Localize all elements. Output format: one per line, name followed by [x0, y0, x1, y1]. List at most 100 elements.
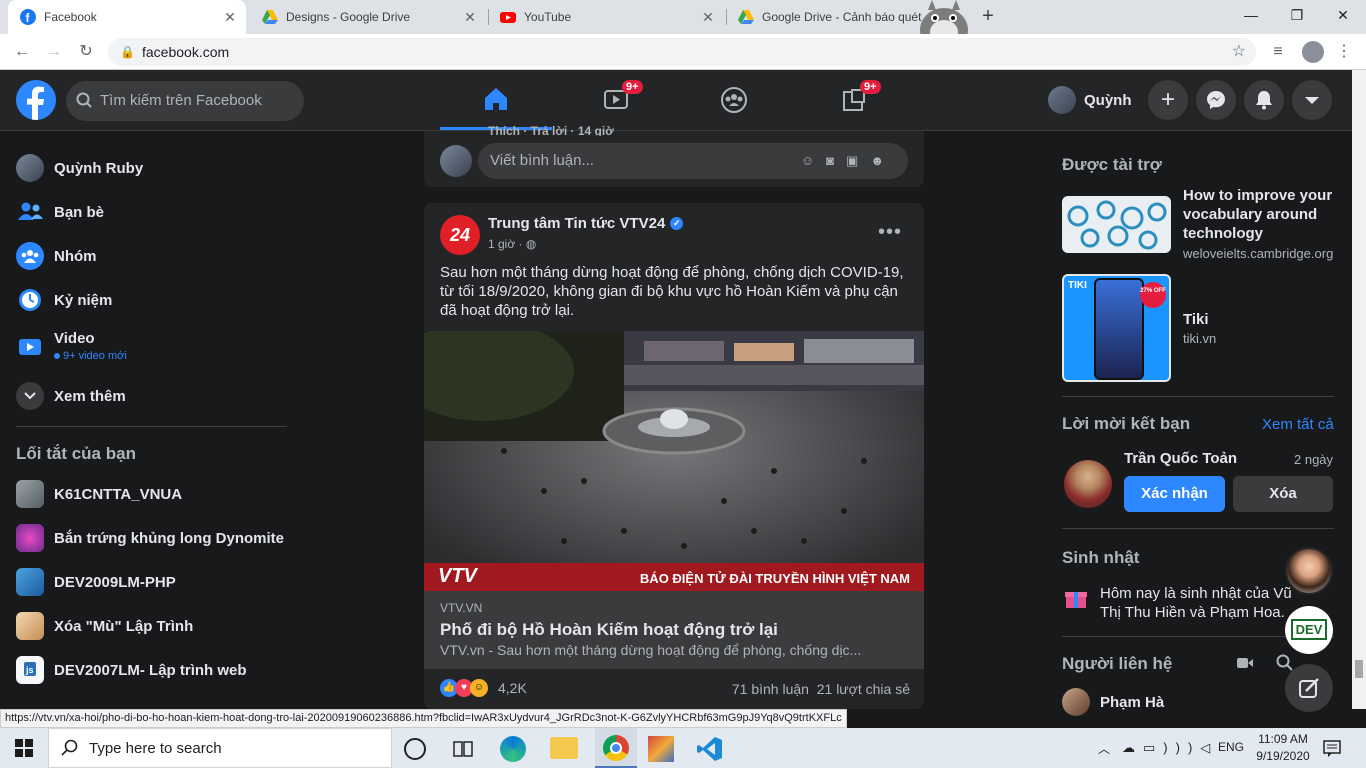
post-options-icon[interactable]: ••• — [878, 221, 902, 244]
avatar[interactable] — [1064, 460, 1112, 508]
ad-tiki[interactable]: TIKI 27% OFF Tiki tiki.vn — [1062, 274, 1334, 382]
notifications-button[interactable] — [1244, 80, 1284, 120]
video-room-icon[interactable] — [1236, 654, 1254, 676]
birthday-text[interactable]: Hôm nay là sinh nhật của Vũ Thị Thu Hiền… — [1100, 584, 1316, 622]
game-app-icon[interactable] — [648, 736, 674, 762]
back-arrow-icon[interactable]: ← — [12, 42, 32, 62]
avatar[interactable] — [1062, 688, 1090, 716]
post-time[interactable]: 1 giờ · ◍ — [488, 237, 536, 251]
account-menu-button[interactable] — [1292, 80, 1332, 120]
shortcut-dynomite[interactable]: Bắn trứng khủng long Dynomite — [16, 524, 284, 552]
clock[interactable]: 11:09 AM 9/19/2020 — [1250, 731, 1316, 765]
sidebar-item-groups[interactable]: Nhóm — [16, 242, 97, 270]
youtube-favicon — [500, 9, 516, 25]
comment-count[interactable]: 71 bình luận — [732, 681, 809, 697]
page-scrollbar[interactable] — [1352, 70, 1366, 709]
url-input[interactable]: 🔒 facebook.com ☆ — [108, 38, 1256, 66]
request-name[interactable]: Trần Quốc Toản — [1124, 450, 1237, 467]
nav-home[interactable] — [440, 70, 552, 130]
clock-time: 11:09 AM — [1258, 732, 1308, 746]
nav-watch[interactable]: 9+ — [560, 70, 672, 130]
see-all-link[interactable]: Xem tất cả — [1262, 416, 1334, 433]
action-center-icon[interactable] — [1322, 738, 1342, 763]
forward-arrow-icon[interactable]: → — [44, 42, 64, 62]
sidebar-item-profile[interactable]: Quỳnh Ruby — [16, 154, 143, 182]
profile-avatar[interactable] — [1302, 41, 1324, 63]
compose-icon — [1299, 678, 1319, 698]
windows-start-button[interactable] — [0, 728, 48, 768]
clock-date: 9/19/2020 — [1256, 749, 1310, 763]
maximize-button[interactable]: ❐ — [1274, 0, 1320, 32]
search-icon — [76, 81, 92, 137]
tab-youtube[interactable]: YouTube ✕ — [488, 0, 724, 34]
window-close-button[interactable]: ✕ — [1320, 0, 1366, 32]
chrome-menu-icon[interactable]: ⋮ — [1334, 42, 1354, 62]
nav-gaming[interactable]: 9+ — [798, 70, 910, 130]
bell-icon — [1256, 91, 1272, 110]
scrollbar-thumb[interactable] — [1355, 660, 1363, 678]
taskbar-search-input[interactable]: Type here to search — [48, 728, 392, 768]
chrome-taskbar-button[interactable] — [595, 728, 637, 768]
file-explorer-icon[interactable] — [550, 737, 578, 759]
chat-head-avatar[interactable] — [1285, 547, 1333, 595]
group-thumbnail — [16, 612, 44, 640]
ad-ielts[interactable]: How to improve your vocabulary around te… — [1062, 186, 1334, 262]
search-input[interactable]: Tìm kiếm trên Facebook — [66, 81, 304, 121]
shortcut-k61cntta[interactable]: K61CNTTA_VNUA — [16, 480, 182, 508]
camera-icon[interactable]: ◙ — [826, 153, 846, 168]
sidebar-item-memories[interactable]: Kỷ niệm — [16, 286, 112, 314]
shortcut-dev2007lm[interactable]: js DEV2007LM- Lập trình web — [16, 656, 247, 684]
vscode-icon[interactable] — [697, 736, 723, 767]
sidebar-item-video[interactable]: Video 9+ video mới — [16, 330, 127, 362]
link-description: VTV.vn - Sau hơn một tháng dừng hoạt độn… — [440, 642, 862, 658]
system-tray-icons[interactable]: ☁▭)))◁ — [1122, 740, 1218, 756]
image-banner-text: BÁO ĐIỆN TỬ ĐÀI TRUYỀN HÌNH VIỆT NAM — [639, 571, 910, 586]
create-button[interactable]: + — [1148, 80, 1188, 120]
reload-icon[interactable]: ↻ — [76, 42, 96, 62]
chat-head-dev[interactable]: DEV — [1285, 606, 1333, 654]
sidebar-item-friends[interactable]: Bạn bè — [16, 198, 104, 226]
tab-designs-drive[interactable]: Designs - Google Drive ✕ — [250, 0, 486, 34]
facebook-logo[interactable] — [16, 80, 56, 120]
post-image[interactable]: VTV BÁO ĐIỆN TỬ ĐÀI TRUYỀN HÌNH VIỆT NAM — [424, 331, 924, 591]
jquery-thumbnail: js — [16, 656, 44, 684]
contact-name[interactable]: Phạm Hà — [1100, 694, 1164, 711]
gif-icon[interactable]: ▣ — [846, 153, 870, 168]
tab-facebook[interactable]: f Facebook ✕ — [8, 0, 246, 34]
tab-drive-warning[interactable]: Google Drive - Cảnh báo quét — [726, 0, 926, 34]
ad-title: Tiki — [1183, 311, 1209, 328]
comment-tools: ☺◙▣☻ — [801, 143, 896, 179]
new-tab-button[interactable]: + — [978, 5, 998, 29]
cortana-icon[interactable] — [404, 738, 426, 760]
profile-shortcut[interactable]: Quỳnh — [1048, 84, 1132, 116]
globe-icon: ◍ — [525, 237, 537, 251]
reactions-summary[interactable]: 👍 ♥ ☺ 4,2K — [440, 679, 527, 697]
confirm-button[interactable]: Xác nhận — [1124, 476, 1225, 512]
minimize-button[interactable]: — — [1228, 0, 1274, 32]
new-message-button[interactable] — [1285, 664, 1333, 712]
close-tab-icon[interactable]: ✕ — [700, 9, 716, 26]
messenger-button[interactable] — [1196, 80, 1236, 120]
page-avatar[interactable]: 24 — [440, 215, 480, 255]
shortcut-xoa-mu[interactable]: Xóa "Mù" Lập Trình — [16, 612, 193, 640]
nav-groups[interactable] — [678, 70, 790, 130]
bookmark-star-icon[interactable]: ☆ — [1232, 38, 1246, 66]
language-indicator[interactable]: ENG — [1218, 740, 1244, 754]
tray-chevron-icon[interactable]: ︿ — [1098, 740, 1110, 757]
reading-list-icon[interactable]: ≡ — [1268, 42, 1288, 62]
link-preview[interactable]: VTV.VN Phố đi bộ Hồ Hoàn Kiếm hoạt động … — [424, 591, 924, 669]
post-author[interactable]: Trung tâm Tin tức VTV24 ✓ — [488, 215, 684, 232]
task-view-icon[interactable] — [452, 738, 474, 765]
post-time-text: 1 giờ · — [488, 237, 526, 251]
sidebar-see-more[interactable]: Xem thêm — [16, 382, 126, 410]
emoji-icon[interactable]: ☺ — [801, 153, 826, 168]
comment-input[interactable]: Viết bình luận... ☺◙▣☻ — [478, 143, 908, 179]
edge-browser-icon[interactable] — [500, 736, 526, 762]
delete-button[interactable]: Xóa — [1233, 476, 1333, 512]
gift-icon — [1064, 586, 1088, 616]
close-tab-icon[interactable]: ✕ — [462, 9, 478, 26]
close-tab-icon[interactable]: ✕ — [222, 9, 238, 26]
sticker-icon[interactable]: ☻ — [870, 153, 896, 168]
shortcut-dev2009lm[interactable]: DEV2009LM-PHP — [16, 568, 176, 596]
share-count[interactable]: 21 lượt chia sẻ — [817, 681, 910, 697]
